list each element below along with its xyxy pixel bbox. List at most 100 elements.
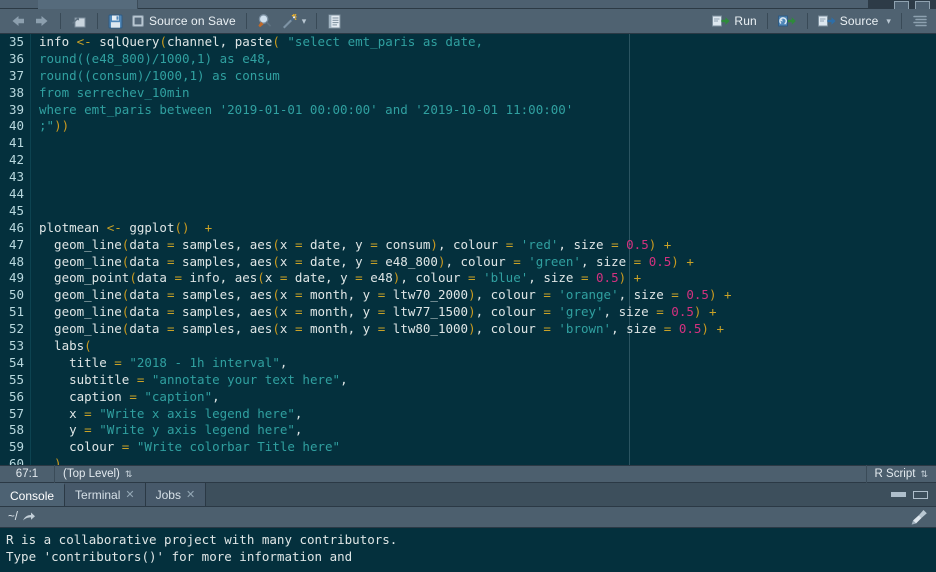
scope-selector[interactable]: (Top Level) ⇅ — [55, 465, 140, 483]
code-line[interactable]: 46 plotmean <- ggplot() + — [9, 220, 936, 237]
line-number: 37 — [8, 67, 24, 83]
checkbox-icon — [131, 14, 145, 28]
source-on-save-toggle[interactable]: Source on Save — [127, 11, 240, 32]
code-token: = — [543, 304, 551, 320]
code-token: = — [611, 236, 619, 252]
code-line[interactable]: 39 where emt_paris between '2019-01-01 00… — [9, 102, 936, 119]
code-token: ( — [272, 34, 280, 49]
code-token: + — [724, 287, 732, 303]
code-token: , colour — [400, 270, 469, 286]
code-line[interactable]: 38 from serrechev_10min — [9, 85, 936, 102]
code-token: data — [129, 304, 167, 320]
code-text-area[interactable]: 35 info <- sqlQuery(channel, paste( "sele… — [9, 34, 936, 465]
compile-report-button[interactable] — [323, 11, 346, 32]
stepper-icon: ⇅ — [124, 469, 133, 479]
minimize-icon[interactable] — [891, 492, 906, 497]
code-token: 'blue' — [483, 270, 529, 286]
working-directory-label[interactable]: ~/ — [8, 511, 18, 523]
code-tools-button[interactable]: ▾ — [277, 11, 311, 32]
code-line[interactable]: 48 geom_line(data = samples, aes(x = dat… — [9, 253, 936, 271]
console-output[interactable]: R is a collaborative project with many c… — [0, 528, 936, 572]
code-line[interactable]: 52 geom_line(data = samples, aes(x = mon… — [9, 321, 936, 338]
code-line-text: where emt_paris between '2019-01-01 00:0… — [39, 102, 573, 119]
code-line-text: y = "Write y axis legend here", — [39, 422, 302, 439]
show-in-new-window-button[interactable] — [67, 11, 91, 32]
code-token: data — [129, 236, 167, 252]
code-line[interactable]: 57 x = "Write x axis legend here", — [9, 405, 936, 423]
code-line[interactable]: 45 — [9, 203, 936, 220]
source-tab-ghost-1[interactable] — [38, 0, 138, 9]
editor-toolbar: Source on Save ▾ Run Source ▾ — [0, 9, 936, 34]
document-outline-button[interactable] — [908, 11, 932, 32]
code-token: , — [212, 388, 220, 404]
file-type-label: R Script — [874, 468, 916, 480]
open-in-new-window-icon[interactable] — [22, 511, 36, 523]
code-line[interactable]: 36 round((e48_800)/1000,1) as e48, — [9, 51, 936, 68]
code-token: y — [39, 422, 85, 438]
code-line[interactable]: 59 colour = "Write colorbar Title here" — [9, 439, 936, 456]
code-token: , — [279, 354, 288, 370]
code-token: samples, aes — [174, 304, 273, 320]
code-token: = — [84, 405, 92, 421]
code-line[interactable]: 53 labs( — [9, 338, 936, 355]
code-token: geom_line — [39, 287, 122, 303]
code-token: geom_line — [39, 253, 122, 269]
maximize-icon[interactable] — [915, 1, 930, 9]
code-token: where emt_paris between '2019-01-01 00:0… — [39, 101, 574, 117]
code-line[interactable]: 43 — [9, 169, 936, 186]
code-token: x — [279, 253, 295, 269]
show-in-new-window-icon — [71, 14, 87, 29]
run-button[interactable]: Run — [708, 11, 760, 32]
find-replace-button[interactable] — [253, 11, 277, 32]
source-button[interactable]: Source ▾ — [814, 11, 895, 32]
code-token: "annotate your text here" — [151, 371, 341, 387]
broom-icon[interactable] — [910, 509, 928, 525]
tab-label: Jobs — [155, 487, 181, 502]
code-line[interactable]: 37 round((consum)/1000,1) as consum — [9, 68, 936, 85]
code-token: date, y — [302, 253, 371, 269]
code-line-text: geom_point(data = info, aes(x = date, y … — [39, 270, 641, 287]
tab-terminal[interactable]: Terminal ✕ — [65, 483, 146, 506]
chevron-down-icon[interactable]: ▾ — [886, 16, 891, 27]
code-line[interactable]: 40 ;")) — [9, 118, 936, 135]
chevron-down-icon[interactable]: ▾ — [302, 16, 307, 27]
code-line[interactable]: 55 subtitle = "annotate your text here", — [9, 372, 936, 389]
tab-label: Console — [10, 488, 55, 503]
code-token: ( — [257, 270, 265, 286]
line-number: 39 — [8, 101, 24, 117]
back-button[interactable] — [6, 11, 30, 32]
close-icon[interactable]: ✕ — [186, 488, 195, 501]
line-number: 52 — [8, 321, 24, 337]
code-token: labs — [39, 338, 85, 354]
code-line[interactable]: 50 geom_line(data = samples, aes(x = mon… — [9, 287, 936, 304]
tab-jobs[interactable]: Jobs ✕ — [145, 483, 207, 506]
minimize-icon[interactable] — [894, 1, 909, 9]
code-line[interactable]: 41 — [9, 135, 936, 152]
code-line[interactable]: 35 info <- sqlQuery(channel, paste( "sele… — [9, 34, 936, 51]
code-token: = — [166, 287, 175, 303]
maximize-icon[interactable] — [913, 490, 928, 499]
code-line[interactable]: 60 ) — [9, 456, 936, 465]
rerun-button[interactable] — [774, 11, 801, 32]
close-icon[interactable]: ✕ — [125, 488, 134, 501]
code-line[interactable]: 49 geom_point(data = info, aes(x = date,… — [9, 270, 936, 287]
code-line-text: subtitle = "annotate your text here", — [39, 372, 348, 389]
code-line[interactable]: 44 — [9, 186, 936, 203]
tab-console[interactable]: Console — [0, 483, 66, 506]
code-line[interactable]: 54 title = "2018 - 1h interval", — [9, 354, 936, 372]
code-line[interactable]: 58 y = "Write y axis legend here", — [9, 422, 936, 439]
cursor-position[interactable]: 67:1 — [0, 465, 54, 483]
code-line[interactable]: 42 — [9, 152, 936, 169]
save-button[interactable] — [104, 11, 127, 32]
editor-toolbar-left: Source on Save ▾ — [0, 11, 346, 32]
forward-button[interactable] — [30, 11, 54, 32]
toolbar-separator-2 — [97, 13, 98, 29]
file-type-selector[interactable]: R Script ⇅ — [867, 465, 936, 483]
code-token: , size — [603, 304, 657, 320]
code-line[interactable]: 51 geom_line(data = samples, aes(x = mon… — [9, 304, 936, 321]
code-token: , size — [528, 270, 581, 286]
code-line[interactable]: 47 geom_line(data = samples, aes(x = dat… — [9, 236, 936, 254]
code-line[interactable]: 56 caption = "caption", — [9, 388, 936, 406]
source-editor[interactable]: 35 info <- sqlQuery(channel, paste( "sele… — [0, 34, 936, 465]
